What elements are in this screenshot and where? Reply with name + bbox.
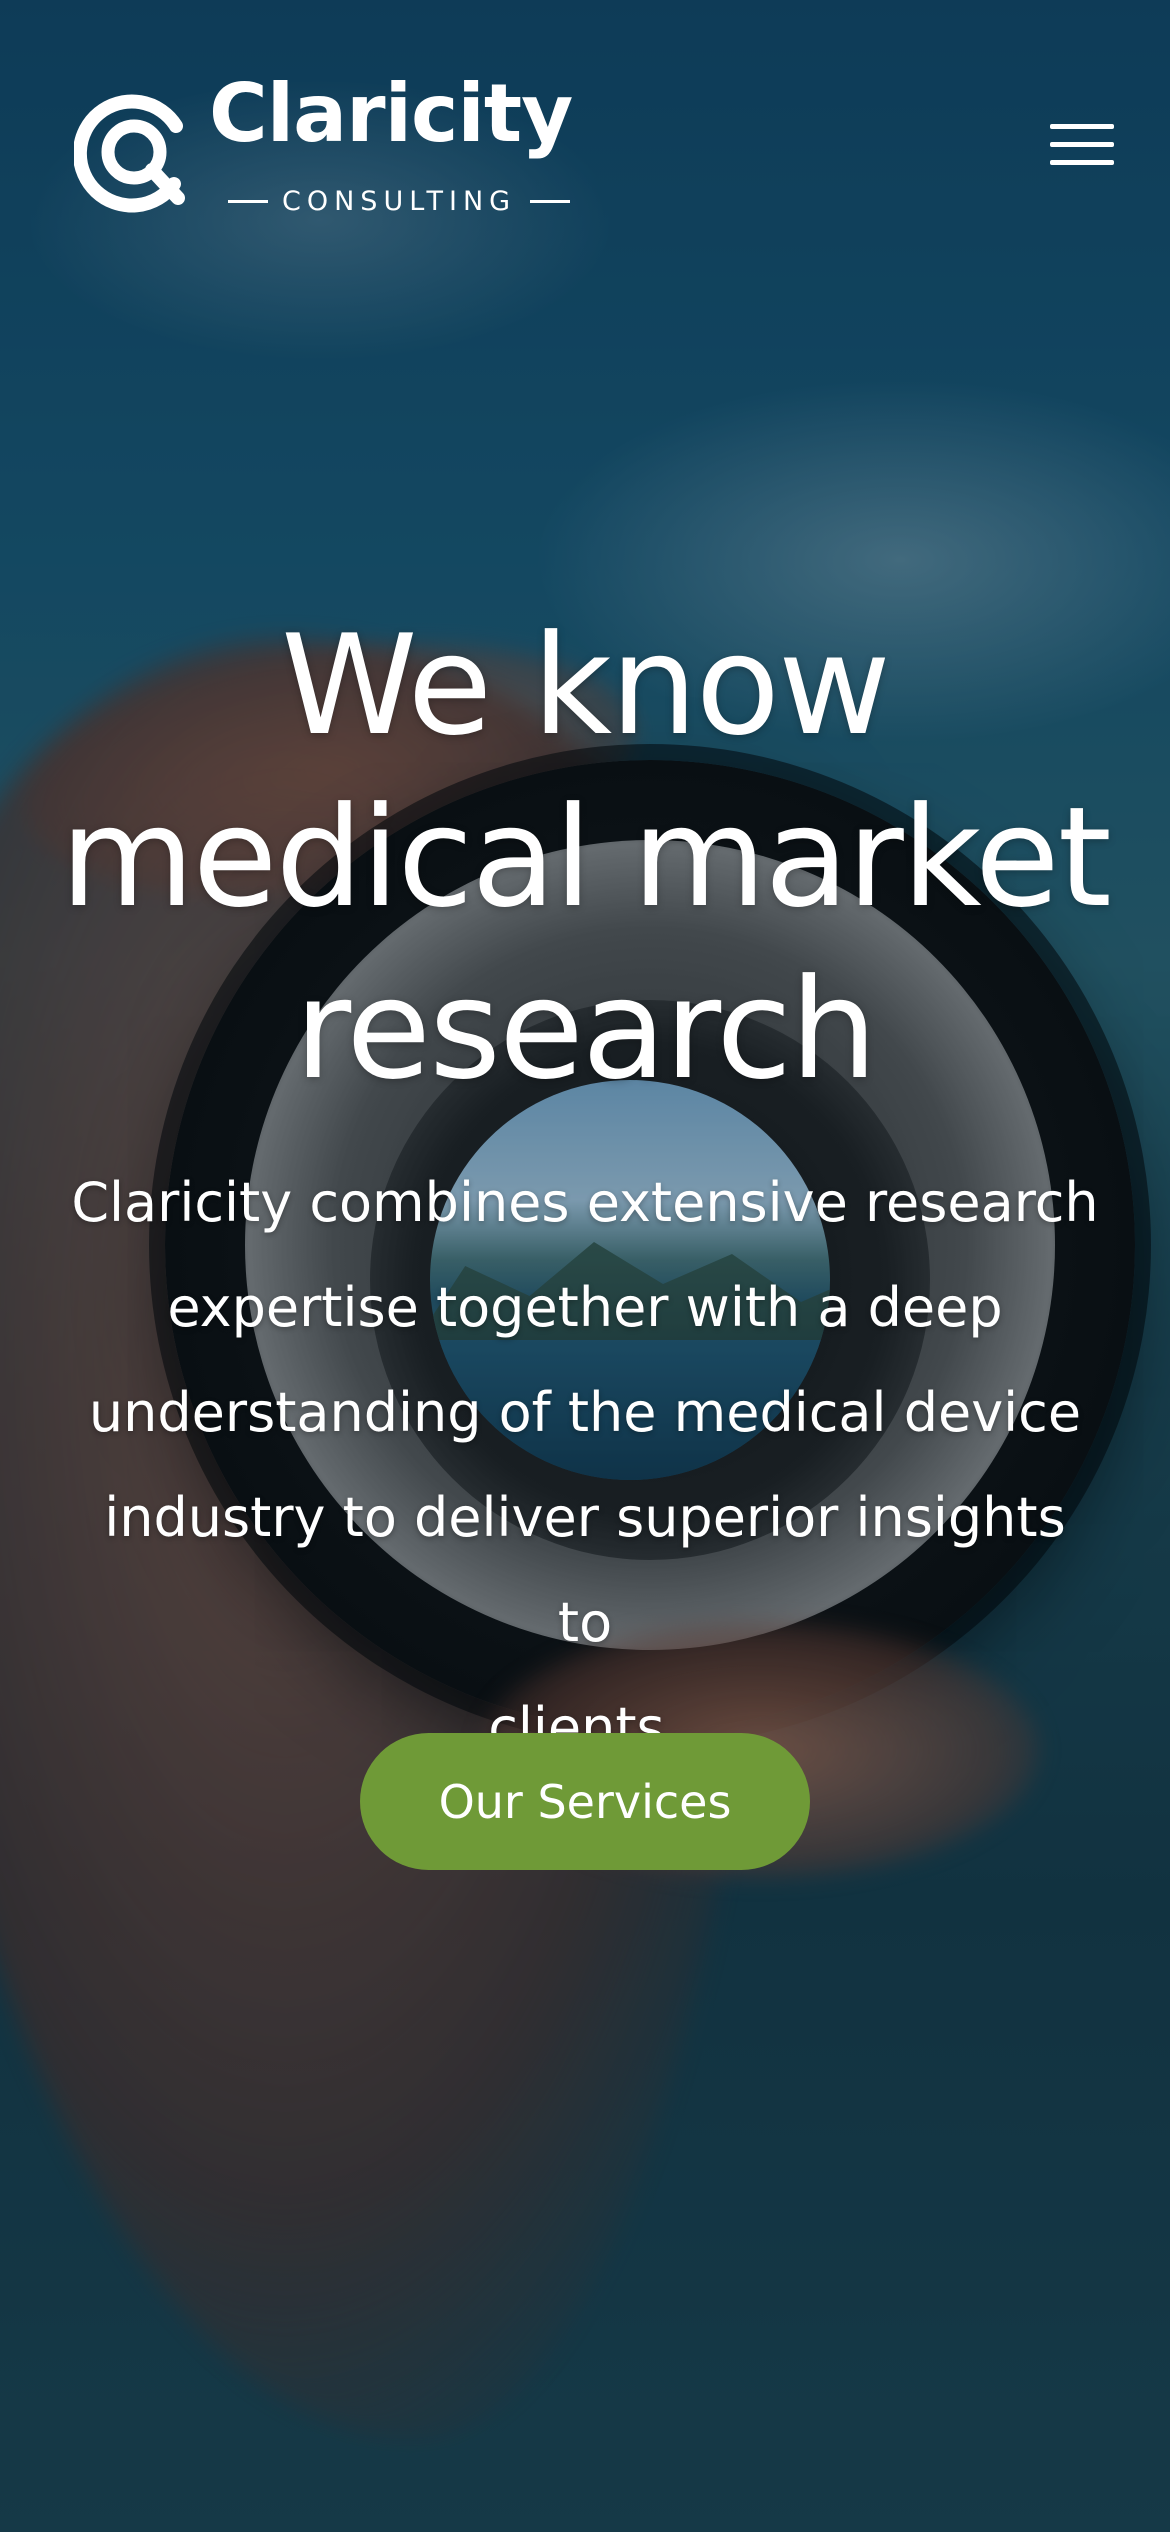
hamburger-menu-icon[interactable] (1046, 120, 1118, 172)
site-logo[interactable]: Claricity CONSULTING (74, 74, 574, 222)
logo-title: Claricity (209, 67, 573, 160)
claricity-logo-icon (74, 94, 185, 213)
site-header: Claricity CONSULTING (0, 0, 1170, 240)
hero-description: Claricity combines extensive research ex… (71, 1171, 1099, 1759)
our-services-button[interactable]: Our Services (360, 1733, 810, 1870)
logo-subtitle: CONSULTING (214, 188, 584, 215)
hero-title: We know medical market research (60, 605, 1112, 1110)
